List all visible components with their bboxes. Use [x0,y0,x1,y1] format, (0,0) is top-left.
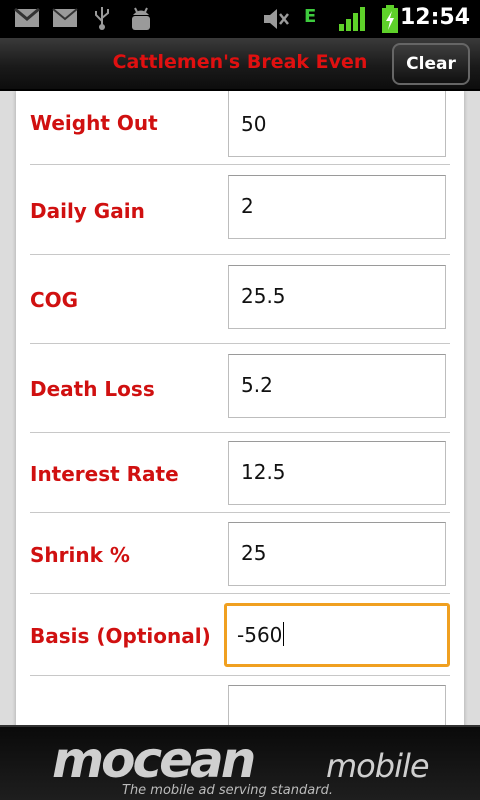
form-row-cog: COG 25.5 [30,255,450,344]
field-label: COG [30,288,79,312]
signal-icon [339,7,365,31]
ad-brand-suffix: mobile [326,747,430,785]
clock: 12:54 [399,5,470,30]
field-value: 12.5 [241,460,286,484]
gmail-icon [14,8,40,27]
field-label: Shrink % [30,543,130,567]
field-value: 25 [241,541,267,565]
partial-input[interactable] [228,685,446,725]
mail-icon [52,8,78,27]
field-label: Weight Out [30,111,158,135]
text-cursor [283,622,285,646]
daily-gain-input[interactable]: 2 [228,175,446,239]
weight-out-input[interactable]: 50 [228,91,446,157]
form-row-weight-out: Weight Out 50 [30,91,450,165]
field-label: Basis (Optional) [30,624,211,648]
field-value: 5.2 [241,373,273,397]
form-row-death-loss: Death Loss 5.2 [30,344,450,433]
field-label: Death Loss [30,377,155,401]
ad-brand-logo: mocean [52,731,256,789]
basis-input[interactable]: -560 [224,603,450,667]
ad-banner[interactable]: mocean mobile The mobile ad serving stan… [0,725,480,800]
status-bar: E 12:54 [0,0,480,38]
usb-icon [95,7,109,30]
form-scroll-area[interactable]: Weight Out 50 Daily Gain 2 COG 25.5 Deat… [0,91,480,725]
form-panel: Weight Out 50 Daily Gain 2 COG 25.5 Deat… [16,91,464,725]
form-row-partial [30,676,450,725]
form-row-interest-rate: Interest Rate 12.5 [30,433,450,513]
field-label: Daily Gain [30,199,145,223]
field-value: -560 [237,622,285,647]
shrink-input[interactable]: 25 [228,522,446,586]
form-row-daily-gain: Daily Gain 2 [30,165,450,255]
battery-charging-icon [382,5,398,33]
clear-button[interactable]: Clear [392,43,470,85]
title-bar: Cattlemen's Break Even Clear [0,38,480,90]
ad-tagline: The mobile ad serving standard. [122,783,333,798]
field-label: Interest Rate [30,462,179,486]
form-row-shrink: Shrink % 25 [30,513,450,594]
android-debug-icon [132,7,150,30]
mute-icon [264,9,289,29]
interest-rate-input[interactable]: 12.5 [228,441,446,505]
field-value: 2 [241,194,254,218]
field-value: 50 [241,112,267,136]
edge-data-icon: E [304,6,317,27]
death-loss-input[interactable]: 5.2 [228,354,446,418]
field-value: 25.5 [241,284,286,308]
cog-input[interactable]: 25.5 [228,265,446,329]
form-row-basis: Basis (Optional) -560 [30,594,450,676]
